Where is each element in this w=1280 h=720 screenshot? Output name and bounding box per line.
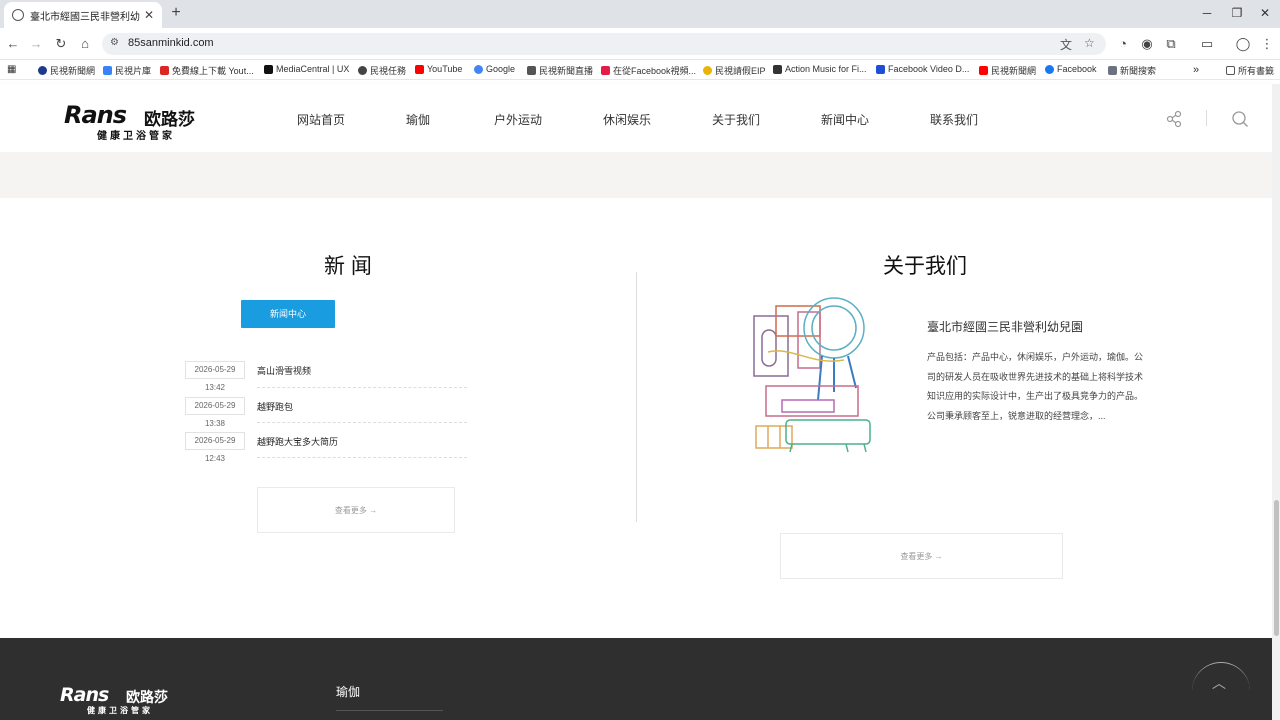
bookmark-item[interactable]: Action Music for Fi... [773,64,867,74]
site-footer: Rans 欧路莎 健康卫浴管家 瑜伽 ︿ [0,638,1272,720]
news-more-button[interactable]: 查看更多 → [257,487,455,533]
search-icon[interactable] [1231,110,1249,128]
bookmark-item[interactable]: 民視新聞網 [38,64,95,77]
news-time: 13:38 [204,419,226,428]
puzzle-icon[interactable]: ⧉ [1163,36,1179,52]
news-date: 2026-05-29 [185,361,245,379]
menu-icon[interactable]: ⋮ [1259,36,1275,52]
url-text: 85sanminkid.com [128,37,214,49]
site-header: Rans 欧路莎 健康卫浴管家 网站首页 瑜伽 户外运动 休闲娱乐 关于我们 新… [0,84,1272,152]
home-icon[interactable]: ⌂ [77,36,93,52]
gray-band [0,152,1272,198]
bookmark-item[interactable]: Google [474,64,515,74]
bookmark-item[interactable]: 民視任務 [358,64,406,77]
about-title: 关于我们 [883,255,967,278]
more-bookmarks-icon[interactable]: » [1193,64,1199,76]
header-divider [1206,110,1207,126]
nav-home[interactable]: 网站首页 [297,111,345,128]
footer-logo[interactable]: Rans 欧路莎 健康卫浴管家 [60,684,190,716]
footer-link-yoga[interactable]: 瑜伽 [336,683,360,700]
bookmark-item[interactable]: 新聞搜索 [1108,64,1156,77]
restore-icon[interactable]: ❐ [1230,6,1244,20]
address-bar[interactable]: ⚙ 85sanminkid.com 文 ☆ [102,33,1106,55]
about-more-button[interactable]: 查看更多 → [780,533,1063,579]
bookmark-item[interactable]: 民視片庫 [103,64,151,77]
bookmarks-bar: ▦ 民視新聞網 民視片庫 免費線上下載 Yout... MediaCentral… [0,60,1280,80]
about-company-name[interactable]: 臺北市經國三民非營利幼兒園 [927,318,1083,335]
section-divider [636,272,637,522]
close-tab-icon[interactable]: ✕ [144,8,154,22]
star-icon[interactable]: ☆ [1084,36,1095,50]
footer-divider [336,710,443,711]
news-item-link[interactable]: 越野跑大宝多大简历 [257,435,338,448]
news-divider [257,422,467,423]
news-time: 12:43 [204,454,226,463]
bookmark-item[interactable]: 免費線上下載 Yout... [160,64,254,77]
scrollbar-thumb[interactable] [1274,500,1279,636]
site-logo[interactable]: Rans 欧路莎 健康卫浴管家 [64,101,214,142]
forward-icon[interactable]: → [28,36,44,52]
news-divider [257,387,467,388]
bookmark-item[interactable]: 民視新聞網 [979,64,1036,77]
translate-icon[interactable]: 文 [1060,36,1072,53]
site-info-icon[interactable]: ⚙ [110,37,119,48]
bookmark-item[interactable]: YouTube [415,64,462,74]
minimize-icon[interactable]: ─ [1200,6,1214,20]
bookmark-item[interactable]: 民視新聞直播 [527,64,593,77]
bookmark-item[interactable]: MediaCentral | UX [264,64,349,74]
all-bookmarks[interactable]: 所有書籤 [1226,64,1274,77]
back-to-top-button[interactable]: ︿ [1192,662,1250,720]
profile-icon[interactable]: ◯ [1235,36,1251,52]
news-date: 2026-05-29 [185,432,245,450]
news-title: 新 闻 [324,255,372,278]
back-icon[interactable]: ← [5,36,21,52]
browser-tab-bar: 臺北市經國三民非營利幼兒園 ✕ + ─ ❐ ✕ [0,0,1280,28]
record-icon[interactable]: ◉ [1139,36,1155,52]
about-description: 产品包括：产品中心，休闲娱乐，户外运动，瑜伽。公司的研发人员在吸收世界先进技术的… [927,352,1144,421]
news-divider [257,457,467,458]
nav-yoga[interactable]: 瑜伽 [406,111,430,128]
furniture-illustration [753,297,871,453]
nav-outdoor[interactable]: 户外运动 [494,111,542,128]
browser-tab[interactable]: 臺北市經國三民非營利幼兒園 ✕ [4,2,162,28]
globe-icon [12,9,24,21]
new-tab-button[interactable]: + [168,4,184,22]
nav-about[interactable]: 关于我们 [712,111,760,128]
share-icon[interactable] [1165,110,1183,128]
tab-title: 臺北市經國三民非營利幼兒園 [30,11,140,23]
bookmark-item[interactable]: 民視請假EIP [703,64,766,77]
apps-icon[interactable]: ▦ [7,64,16,75]
news-date: 2026-05-29 [185,397,245,415]
nav-leisure[interactable]: 休闲娱乐 [603,111,651,128]
news-item-link[interactable]: 高山滑雪视频 [257,364,311,377]
chevron-up-icon: ︿ [1212,675,1226,691]
bookmark-item[interactable]: Facebook [1045,64,1097,74]
news-item-link[interactable]: 越野跑包 [257,400,293,413]
bookmark-item[interactable]: Facebook Video D... [876,64,969,74]
reload-icon[interactable]: ↻ [53,36,69,52]
extension-icon[interactable]: ◔ [1115,36,1131,52]
sidepanel-icon[interactable]: ▭ [1199,36,1215,52]
news-time: 13:42 [204,383,226,392]
nav-contact[interactable]: 联系我们 [930,111,978,128]
bookmark-item[interactable]: 在從Facebook視頻... [601,64,696,77]
nav-news[interactable]: 新闻中心 [821,111,869,128]
news-center-button[interactable]: 新闻中心 [241,300,335,328]
close-window-icon[interactable]: ✕ [1258,6,1272,20]
